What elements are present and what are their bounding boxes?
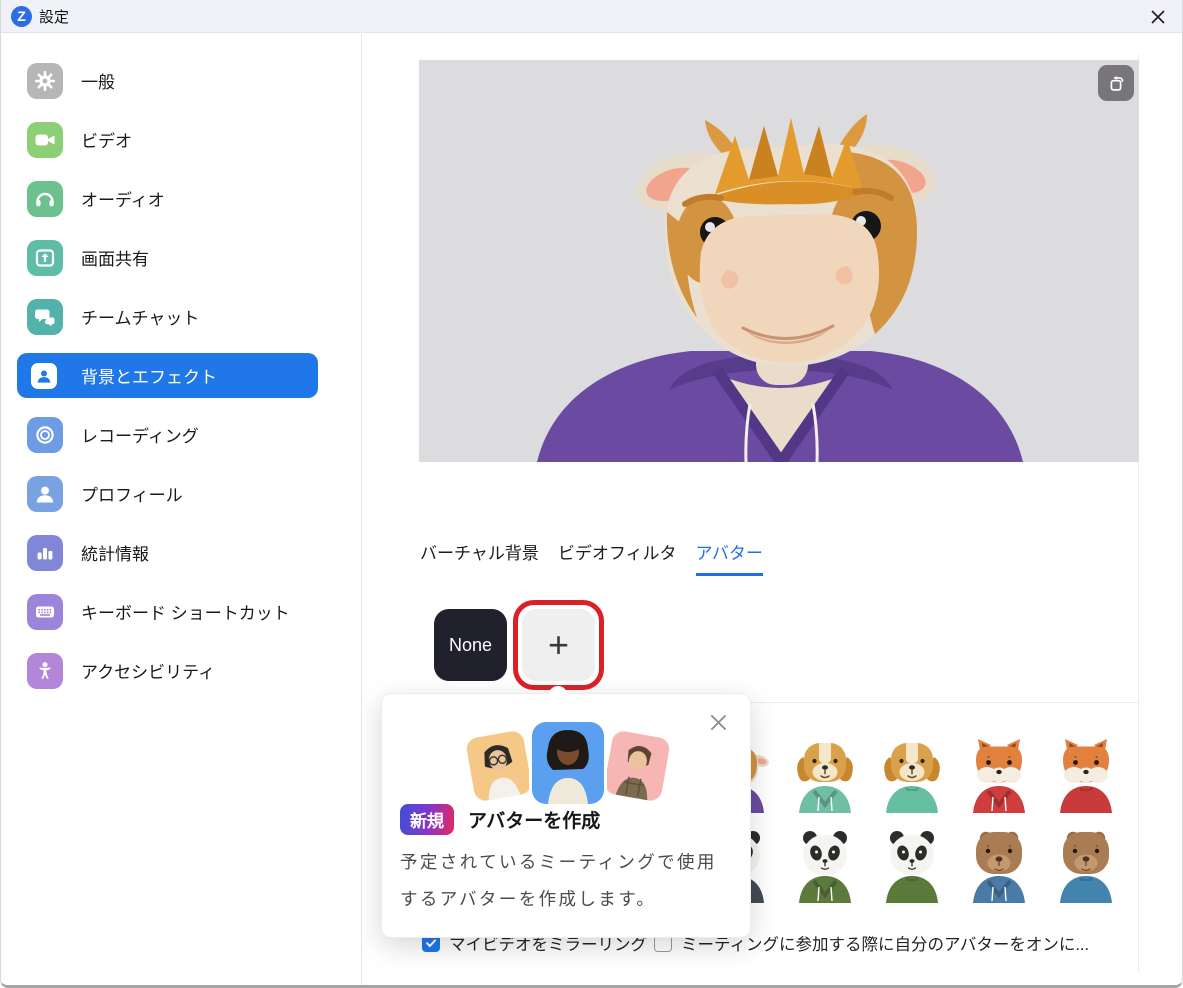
background-effects-tabs: バーチャル背景ビデオフィルタアバター — [420, 539, 763, 576]
video-camera-icon — [27, 122, 63, 158]
sidebar-item-audio[interactable]: オーディオ — [1, 169, 361, 228]
popup-description: 予定されているミーティングで使用 するアバターを作成します。 — [400, 844, 717, 918]
cow-avatar-image — [419, 60, 1139, 462]
sidebar-item-general[interactable]: 一般 — [1, 51, 361, 110]
sidebar-item-recording[interactable]: レコーディング — [1, 405, 361, 464]
avatar-option-dog-tshirt[interactable] — [875, 737, 949, 813]
sidebar-item-screen-share[interactable]: 画面共有 — [1, 228, 361, 287]
person-icon — [27, 476, 63, 512]
sidebar-item-video[interactable]: ビデオ — [1, 110, 361, 169]
popup-arrow — [549, 686, 567, 702]
popup-title: アバターを作成 — [468, 806, 600, 833]
tab-virtual-background[interactable]: バーチャル背景 — [420, 539, 539, 576]
popup-heading-row: 新規 アバターを作成 — [400, 804, 600, 835]
close-icon — [709, 713, 728, 732]
zoom-logo-icon: Z — [11, 6, 32, 27]
sidebar-item-label: オーディオ — [81, 186, 165, 211]
new-badge: 新規 — [400, 804, 454, 835]
avatar-grid-row — [701, 827, 1123, 903]
person-dark-skin-thumbnail — [532, 722, 604, 804]
sidebar-item-profile[interactable]: プロフィール — [1, 464, 361, 523]
titlebar: Z 設定 — [1, 0, 1182, 33]
sidebar: 一般ビデオオーディオ画面共有チームチャット背景とエフェクトレコーディングプロフィ… — [1, 34, 362, 985]
avatar-option-panda-hoodie[interactable] — [788, 827, 862, 903]
sidebar-item-label: プロフィール — [81, 481, 183, 506]
sidebar-item-label: 背景とエフェクト — [81, 363, 217, 388]
sidebar-item-label: ビデオ — [81, 127, 132, 152]
sidebar-item-accessibility[interactable]: アクセシビリティ — [1, 641, 361, 700]
settings-window: Z 設定 一般ビデオオーディオ画面共有チームチャット背景とエフェクトレコーディン… — [0, 0, 1183, 988]
sidebar-item-label: アクセシビリティ — [81, 658, 215, 683]
keyboard-icon — [27, 594, 63, 630]
sidebar-item-label: 統計情報 — [81, 540, 149, 565]
sidebar-item-label: チームチャット — [81, 304, 199, 329]
headphones-icon — [27, 181, 63, 217]
sidebar-item-label: レコーディング — [81, 422, 199, 447]
rotate-view-button[interactable] — [1098, 65, 1134, 101]
sidebar-nav: 一般ビデオオーディオ画面共有チームチャット背景とエフェクトレコーディングプロフィ… — [1, 51, 361, 700]
avatar-option-fox-tshirt[interactable] — [1049, 737, 1123, 813]
record-circle-icon — [27, 417, 63, 453]
avatar-grid-row — [701, 737, 1123, 813]
sidebar-item-label: キーボード ショートカット — [81, 599, 290, 624]
sidebar-item-background-effects[interactable]: 背景とエフェクト — [17, 353, 318, 398]
chat-bubbles-icon — [27, 299, 63, 335]
close-icon — [1150, 9, 1166, 25]
gear-icon — [27, 63, 63, 99]
bar-chart-icon — [27, 535, 63, 571]
rotate-icon — [1105, 72, 1127, 94]
create-avatar-popup: 新規 アバターを作成 予定されているミーティングで使用 するアバターを作成します… — [381, 693, 751, 938]
tab-video-filter[interactable]: ビデオフィルタ — [558, 539, 677, 576]
sidebar-item-statistics[interactable]: 統計情報 — [1, 523, 361, 582]
sidebar-item-team-chat[interactable]: チームチャット — [1, 287, 361, 346]
avatar-none-button[interactable]: None — [434, 609, 507, 681]
tab-avatar[interactable]: アバター — [696, 539, 763, 576]
avatar-creation-thumbnails — [470, 714, 666, 818]
sidebar-item-keyboard-shortcuts[interactable]: キーボード ショートカット — [1, 582, 361, 641]
avatar-option-bear-hoodie[interactable] — [962, 827, 1036, 903]
popup-close-button[interactable] — [706, 710, 730, 734]
person-badge-icon — [31, 363, 57, 389]
person-glasses-thumbnail — [465, 729, 533, 802]
sidebar-item-label: 画面共有 — [81, 245, 149, 270]
avatar-add-button[interactable]: + — [522, 609, 595, 681]
window-title: 設定 — [39, 6, 69, 27]
accessibility-icon — [27, 653, 63, 689]
avatar-option-bear-tshirt[interactable] — [1049, 827, 1123, 903]
window-close-button[interactable] — [1146, 5, 1170, 29]
avatar-option-panda-tshirt[interactable] — [875, 827, 949, 903]
person-brown-hair-thumbnail — [603, 729, 671, 802]
avatar-preview — [419, 60, 1139, 462]
avatar-option-fox-hoodie[interactable] — [962, 737, 1036, 813]
avatar-option-dog-hoodie[interactable] — [788, 737, 862, 813]
screen-share-icon — [27, 240, 63, 276]
sidebar-item-label: 一般 — [81, 68, 115, 93]
